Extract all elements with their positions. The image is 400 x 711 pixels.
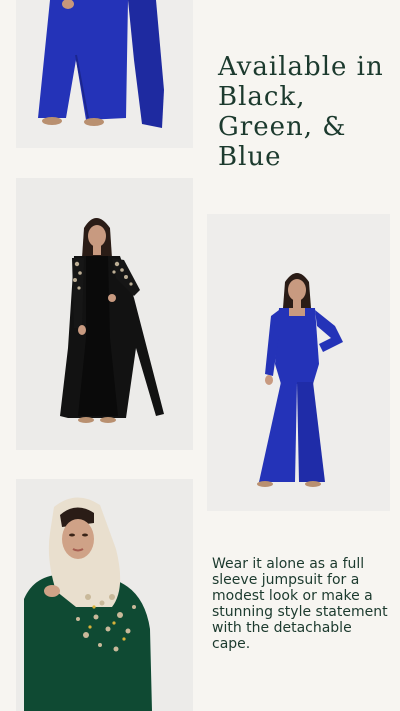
headline-line-4: Blue (218, 142, 282, 172)
product-photo-black (16, 178, 193, 450)
headline-line-2: Black, (218, 82, 306, 112)
product-photo-blue-cape (16, 0, 193, 148)
headline-line-1: Available in (218, 52, 384, 82)
product-photo-green (16, 479, 193, 711)
headline: Available in Black, Green, & Blue (218, 52, 388, 172)
product-photo-blue (207, 214, 390, 511)
product-description: Wear it alone as a full sleeve jumpsuit … (212, 556, 388, 652)
headline-line-3: Green, & (218, 112, 347, 142)
